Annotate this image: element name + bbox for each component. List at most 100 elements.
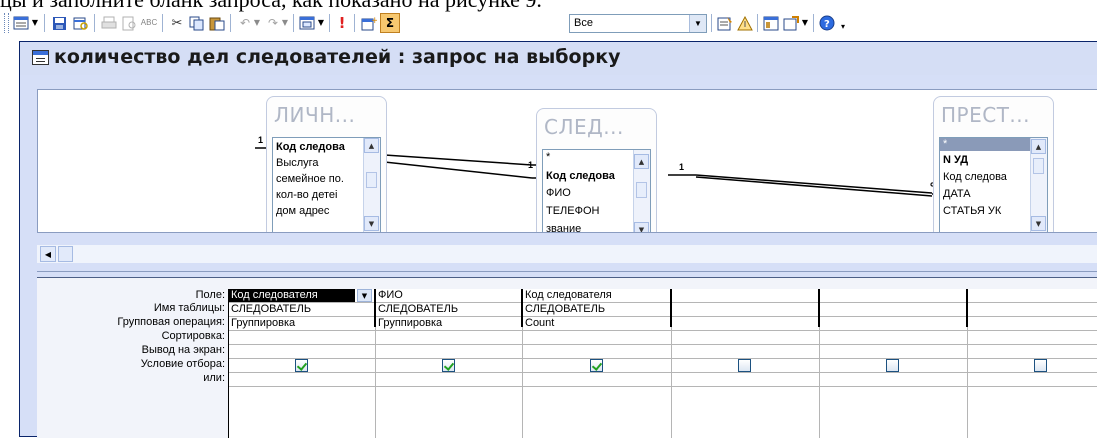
table-cell[interactable]: СЛЕДОВАТЕЛЬ: [525, 303, 605, 315]
field-item[interactable]: Код следова: [276, 141, 356, 153]
field-list-title[interactable]: СЛЕД...: [544, 115, 624, 139]
toolbar-grip[interactable]: [4, 13, 9, 33]
grid-column[interactable]: ФИО СЛЕДОВАТЕЛЬ Группировка: [376, 289, 523, 438]
scroll-up-icon[interactable]: ▲: [634, 154, 649, 169]
copy-icon[interactable]: [188, 14, 206, 32]
help-icon[interactable]: ?: [818, 14, 836, 32]
grid-row-label: или:: [203, 372, 225, 384]
redo-dropdown-icon[interactable]: ▼: [280, 14, 290, 32]
undo-dropdown-icon[interactable]: ▼: [252, 14, 262, 32]
field-list-prestuplenie[interactable]: ПРЕСТ... * * N УД Код следова ДАТА СТАТЬ…: [933, 96, 1054, 232]
field-list-sledovatel[interactable]: СЛЕД... * Код следова ФИО ТЕЛЕФОН звание…: [536, 108, 657, 232]
window-titlebar[interactable]: количество дел следователей : запрос на …: [20, 42, 1097, 75]
query-type-dropdown-icon[interactable]: ▼: [316, 14, 326, 32]
grid-row-label: Вывод на экран:: [141, 344, 225, 356]
paste-icon[interactable]: [208, 14, 226, 32]
scroll-left-icon[interactable]: ◀: [40, 246, 56, 262]
scroll-thumb[interactable]: [58, 246, 73, 262]
top-values-combo[interactable]: Все ▼: [569, 14, 707, 33]
field-item[interactable]: звание: [546, 223, 626, 232]
scroll-down-icon[interactable]: ▼: [1031, 216, 1046, 231]
field-list-title[interactable]: ПРЕСТ...: [941, 103, 1030, 127]
database-window-icon[interactable]: [762, 14, 780, 32]
view-dropdown-icon[interactable]: ▼: [30, 14, 40, 32]
grid-column-divider: [968, 289, 1097, 327]
view-icon[interactable]: [12, 14, 30, 32]
properties-icon[interactable]: [716, 14, 734, 32]
new-object-dropdown-icon[interactable]: ▼: [800, 14, 810, 32]
field-item[interactable]: ТЕЛЕФОН: [546, 205, 626, 217]
grid-column[interactable]: Код следователя СЛЕДОВАТЕЛЬ Count: [523, 289, 672, 438]
field-list-lichnoe[interactable]: ЛИЧН... Код следова Выслуга семейное по.…: [266, 96, 387, 232]
show-checkbox[interactable]: [295, 359, 308, 372]
run-icon[interactable]: !: [333, 14, 351, 32]
field-cell[interactable]: ФИО: [378, 289, 403, 301]
build-icon[interactable]: [736, 14, 754, 32]
design-pane-scrollbar[interactable]: ◀: [37, 245, 1097, 263]
table-cell[interactable]: СЛЕДОВАТЕЛЬ: [231, 303, 311, 315]
field-item[interactable]: *: [943, 138, 1023, 150]
table-cell[interactable]: СЛЕДОВАТЕЛЬ: [378, 303, 458, 315]
save-icon[interactable]: [50, 14, 68, 32]
scroll-thumb[interactable]: [366, 172, 377, 188]
field-cell[interactable]: Код следователя: [525, 289, 612, 301]
field-item[interactable]: N УД: [943, 154, 1023, 166]
scroll-down-icon[interactable]: ▼: [364, 216, 379, 231]
show-checkbox[interactable]: [442, 359, 455, 372]
show-checkbox[interactable]: [886, 359, 899, 372]
field-item[interactable]: ДАТА: [943, 188, 1023, 200]
field-item[interactable]: Выслуга: [276, 157, 356, 169]
field-item[interactable]: СТАТЬЯ УК: [943, 205, 1023, 217]
toolbar-options-icon[interactable]: ▾: [838, 18, 848, 36]
field-item[interactable]: Код следова: [943, 171, 1023, 183]
field-item[interactable]: семейное по.: [276, 173, 356, 185]
scroll-down-icon[interactable]: ▼: [634, 222, 649, 232]
field-list-scrollbar[interactable]: ▲ ▼: [363, 138, 380, 232]
grid-column[interactable]: Код следователя ▼ СЛЕДОВАТЕЛЬ Группировк…: [229, 289, 376, 438]
field-list-title[interactable]: ЛИЧН...: [274, 103, 355, 127]
show-table-icon[interactable]: +: [360, 14, 378, 32]
total-cell[interactable]: Группировка: [231, 317, 295, 329]
search-table-icon[interactable]: [72, 14, 90, 32]
field-item[interactable]: ФИО: [546, 187, 626, 199]
svg-text:?: ?: [824, 19, 830, 30]
scroll-thumb[interactable]: [1033, 158, 1044, 174]
field-cell[interactable]: Код следователя: [229, 289, 355, 302]
field-list-box[interactable]: * Код следова ФИО ТЕЛЕФОН звание ▲ ▼: [542, 149, 651, 232]
grid-row-label: Условие отбора:: [140, 358, 225, 370]
total-cell[interactable]: Count: [525, 317, 554, 329]
field-list-scrollbar[interactable]: ▲ ▼: [1030, 138, 1047, 232]
print-preview-icon[interactable]: [120, 14, 138, 32]
query-type-icon[interactable]: [298, 14, 316, 32]
field-item[interactable]: Код следова: [546, 170, 626, 182]
relation-line: [695, 176, 933, 197]
chevron-down-icon[interactable]: ▼: [357, 289, 372, 302]
field-list-scrollbar[interactable]: ▲ ▼: [633, 150, 650, 232]
spelling-icon[interactable]: ABC: [140, 14, 158, 32]
grid-column[interactable]: [820, 289, 968, 438]
show-checkbox[interactable]: [738, 359, 751, 372]
show-checkbox[interactable]: [1034, 359, 1047, 372]
field-item[interactable]: дом адрес: [276, 205, 356, 217]
totals-icon[interactable]: Σ: [380, 13, 400, 33]
field-list-box[interactable]: Код следова Выслуга семейное по. кол-во …: [272, 137, 381, 232]
table-design-pane[interactable]: 1 1 1 ∞ ЛИЧН... Код следова Выслуга семе…: [37, 89, 1097, 233]
toolbar-separator: [813, 14, 814, 32]
scroll-up-icon[interactable]: ▲: [1031, 139, 1046, 154]
grid-column[interactable]: [968, 289, 1097, 438]
toolbar-separator: [162, 14, 163, 32]
toolbar-separator: [329, 14, 330, 32]
scroll-thumb[interactable]: [636, 182, 647, 198]
field-item[interactable]: *: [546, 151, 626, 163]
show-checkbox[interactable]: [590, 359, 603, 372]
print-icon[interactable]: [100, 14, 118, 32]
field-list-box[interactable]: * * N УД Код следова ДАТА СТАТЬЯ УК ▲ ▼: [939, 137, 1048, 232]
field-item[interactable]: кол-во детеі: [276, 189, 356, 201]
cut-icon[interactable]: ✂: [168, 14, 186, 32]
chevron-down-icon[interactable]: ▼: [689, 15, 706, 32]
new-object-icon[interactable]: [782, 14, 800, 32]
total-cell[interactable]: Группировка: [378, 317, 442, 329]
grid-column[interactable]: [672, 289, 820, 438]
scroll-up-icon[interactable]: ▲: [364, 138, 379, 153]
grid-row-label: Групповая операция:: [117, 316, 225, 328]
